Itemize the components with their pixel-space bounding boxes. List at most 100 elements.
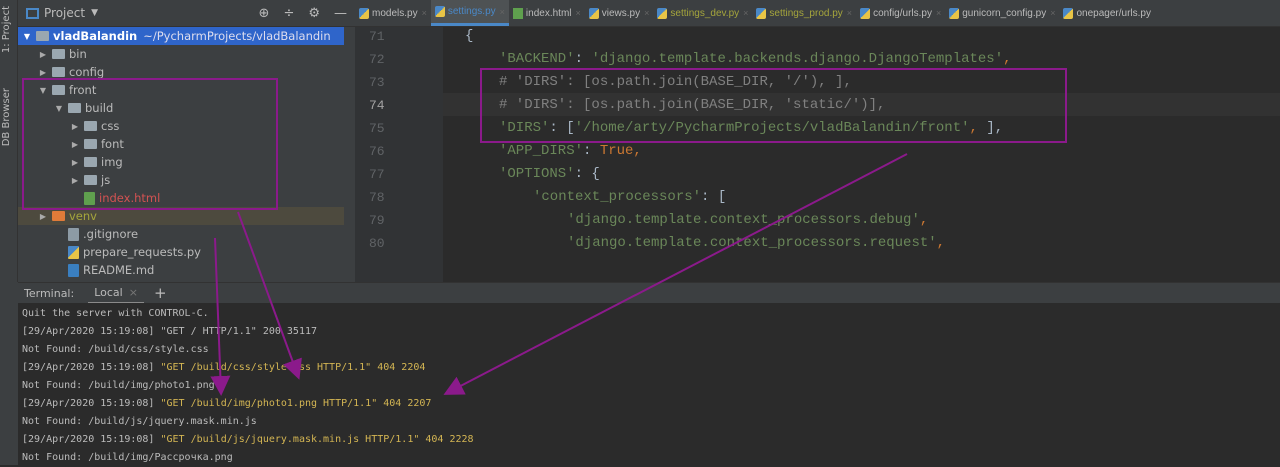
python-file-icon [756, 7, 767, 19]
close-icon[interactable]: × [422, 8, 427, 18]
tree-item-prepare-requests-py[interactable]: prepare_requests.py [18, 243, 344, 261]
collapse-all-icon[interactable]: ÷ [283, 6, 294, 21]
tree-item-label: prepare_requests.py [83, 245, 201, 259]
gear-icon[interactable]: ⚙ [308, 6, 320, 21]
tab-label: index.html [525, 7, 572, 19]
db-browser-tool-tab[interactable]: DB Browser [1, 88, 12, 146]
locate-icon[interactable]: ⊕ [259, 6, 270, 21]
python-file-icon [949, 7, 960, 19]
tree-item-index-html[interactable]: index.html [18, 189, 344, 207]
tree-item-readme-md[interactable]: README.md [18, 261, 344, 279]
new-terminal-button[interactable]: + [154, 284, 167, 302]
code-token: True, [599, 143, 642, 159]
tree-root-path: ~/PycharmProjects/vladBalandin [143, 29, 331, 43]
minimize-icon[interactable]: — [334, 6, 347, 21]
tab-label: settings_prod.py [769, 7, 843, 19]
close-icon[interactable]: × [1050, 8, 1055, 18]
tree-item-css[interactable]: ▶ css [18, 117, 344, 135]
terminal-text: Not Found: /build/js/jquery.mask.min.js [22, 416, 257, 427]
close-icon[interactable]: × [500, 7, 505, 17]
tab-config-urls-py[interactable]: config/urls.py × [856, 0, 945, 26]
close-icon[interactable]: × [129, 286, 138, 299]
tree-item-label: index.html [99, 191, 161, 205]
tree-item--gitignore[interactable]: .gitignore [18, 225, 344, 243]
tree-item-build[interactable]: ▼ build [18, 99, 344, 117]
tab-label: gunicorn_config.py [962, 7, 1047, 19]
terminal-text: [29/Apr/2020 15:19:08] [22, 362, 161, 373]
line-number: 72 [369, 52, 385, 67]
expand-arrow-icon[interactable]: ▼ [54, 104, 64, 113]
tab-label: onepager/urls.py [1076, 7, 1151, 19]
tree-item-label: css [101, 119, 120, 133]
terminal-header: Terminal: Local × + [18, 282, 1280, 304]
close-icon[interactable]: × [576, 8, 581, 18]
code-token: : [ [701, 189, 727, 205]
folder-icon [36, 31, 49, 41]
terminal-highlight: "GET /build/css/style.css HTTP/1.1" 404 … [160, 362, 426, 373]
tree-item-js[interactable]: ▶ js [18, 171, 344, 189]
collapse-arrow-icon[interactable]: ▶ [38, 50, 48, 59]
tab-views-py[interactable]: views.py × [585, 0, 654, 26]
editor-tabs: models.py × settings.py × index.html × views.p… [355, 0, 1280, 27]
py-file-icon [68, 245, 79, 259]
tab-settings-prod-py[interactable]: settings_prod.py × [752, 0, 856, 26]
expand-arrow-icon[interactable]: ▼ [38, 86, 48, 95]
tab-gunicorn-config-py[interactable]: gunicorn_config.py × [945, 0, 1059, 26]
folder-icon [52, 85, 65, 95]
collapse-arrow-icon[interactable]: ▶ [38, 212, 48, 221]
close-icon[interactable]: × [847, 8, 852, 18]
terminal-highlight: "GET /build/img/photo1.png HTTP/1.1" 404… [160, 398, 432, 409]
tab-settings-py[interactable]: settings.py × [430, 0, 509, 26]
tree-item-config[interactable]: ▶ config [18, 63, 344, 81]
collapse-arrow-icon[interactable]: ▶ [38, 68, 48, 77]
collapse-arrow-icon[interactable]: ▶ [70, 140, 80, 149]
tab-label: settings.py [447, 6, 496, 17]
code-line: { [465, 25, 473, 48]
code-token: 'BACKEND' [499, 51, 575, 67]
code-token: , [919, 212, 929, 228]
tree-root[interactable]: ▼ vladBalandin ~/PycharmProjects/vladBalan… [18, 27, 344, 45]
expand-arrow-icon[interactable]: ▼ [22, 32, 32, 41]
collapse-arrow-icon[interactable]: ▶ [70, 176, 80, 185]
code-token: : [583, 143, 600, 159]
line-number: 76 [369, 144, 385, 159]
terminal-line: [29/Apr/2020 15:19:08] "GET /build/css/s… [22, 359, 425, 377]
code-token: '/home/arty/PycharmProjects/vladBalandin… [574, 120, 970, 136]
line-number: 74 [369, 98, 385, 113]
terminal-line: [29/Apr/2020 15:19:08] "GET /build/js/jq… [22, 431, 474, 449]
line-number: 78 [369, 190, 385, 205]
tree-item-label: config [69, 65, 105, 79]
project-panel: Project ▼ ⊕ ÷ ⚙ — ▼ vladBalandin ~/Pycharm… [18, 0, 370, 282]
close-icon[interactable]: × [644, 8, 649, 18]
close-icon[interactable]: × [743, 8, 748, 18]
chevron-down-icon[interactable]: ▼ [91, 8, 98, 18]
close-icon[interactable]: × [936, 8, 941, 18]
folder-icon [84, 175, 97, 185]
code-line: 'APP_DIRS': True, [499, 140, 642, 163]
tab-models-py[interactable]: models.py × [355, 0, 431, 26]
collapse-arrow-icon[interactable]: ▶ [70, 122, 80, 131]
collapse-arrow-icon[interactable]: ▶ [70, 158, 80, 167]
code-token: 'DIRS' [499, 120, 550, 136]
tree-item-front[interactable]: ▼ front [18, 81, 344, 99]
terminal-line: Not Found: /build/css/style.css [22, 341, 209, 359]
code-line: 'django.template.context_processors.requ… [567, 232, 945, 255]
terminal-tab-local[interactable]: Local × [88, 283, 144, 304]
tree-item-label: js [101, 173, 111, 187]
tree-item-bin[interactable]: ▶ bin [18, 45, 344, 63]
tree-item-font[interactable]: ▶ font [18, 135, 344, 153]
project-tool-tab[interactable]: 1: Project [1, 6, 12, 53]
code-token: : [ [549, 120, 575, 136]
tab-label: settings_dev.py [670, 7, 740, 19]
tree-item-venv[interactable]: ▶ venv [18, 207, 344, 225]
code-line: 'django.template.context_processors.debu… [567, 209, 928, 232]
folder-icon [84, 139, 97, 149]
project-view-selector[interactable]: Project [44, 6, 85, 20]
tab-onepager-urls-py[interactable]: onepager/urls.py [1059, 0, 1155, 26]
tree-item-img[interactable]: ▶ img [18, 153, 344, 171]
terminal-output[interactable]: Quit the server with CONTROL-C. [29/Apr/2… [18, 303, 1280, 465]
tab-settings-dev-py[interactable]: settings_dev.py × [653, 0, 752, 26]
code-line: 'context_processors': [ [533, 186, 726, 209]
tab-index-html[interactable]: index.html × [509, 0, 585, 26]
code-editor[interactable]: 71 {72 'BACKEND': 'django.template.backend… [355, 27, 1280, 282]
